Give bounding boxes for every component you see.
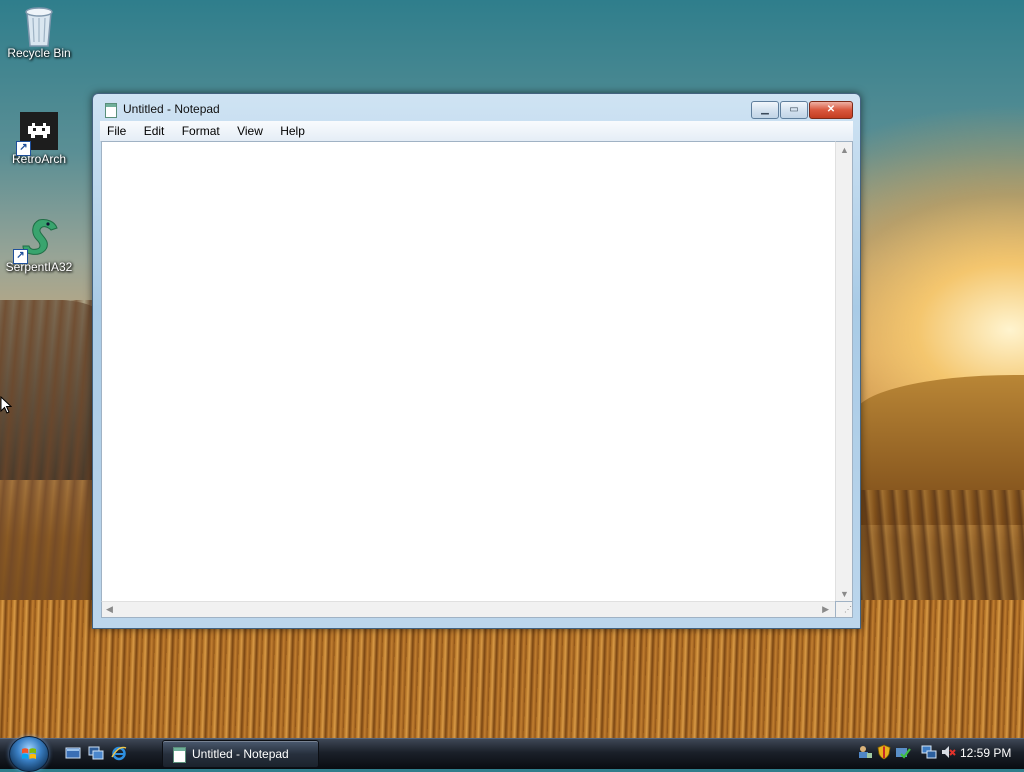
title-bar[interactable]: Untitled - Notepad ▁ ▭ ✕ xyxy=(93,94,860,122)
notepad-icon xyxy=(173,747,186,763)
mouse-cursor-icon xyxy=(0,396,12,414)
serpent-icon: ↗ xyxy=(13,216,61,264)
text-editor-area[interactable] xyxy=(101,141,835,603)
maximize-button[interactable]: ▭ xyxy=(780,101,808,119)
notepad-window: Untitled - Notepad ▁ ▭ ✕ File Edit Forma… xyxy=(92,93,861,629)
menu-help[interactable]: Help xyxy=(273,121,312,141)
menu-file[interactable]: File xyxy=(100,121,133,141)
minimize-icon: ▁ xyxy=(761,104,769,115)
menu-edit[interactable]: Edit xyxy=(137,121,172,141)
network-status-icon[interactable] xyxy=(921,744,937,760)
windows-logo-icon xyxy=(22,748,36,759)
vertical-scrollbar[interactable]: ▲ ▼ xyxy=(835,141,853,603)
show-desktop-icon[interactable] xyxy=(65,745,81,761)
recycle-bin-icon xyxy=(19,4,59,47)
scroll-right-icon[interactable]: ▶ xyxy=(822,604,829,615)
maximize-icon: ▭ xyxy=(789,104,799,115)
retroarch-icon: ↗ xyxy=(16,112,58,156)
wallpaper-grass-left xyxy=(0,300,100,640)
minimize-button[interactable]: ▁ xyxy=(751,101,779,119)
desktop-icon-retroarch[interactable]: ↗ RetroArch xyxy=(1,112,77,166)
scroll-down-icon[interactable]: ▼ xyxy=(840,589,849,599)
security-shield-icon[interactable] xyxy=(876,744,892,760)
taskbar-button-label: Untitled - Notepad xyxy=(192,747,289,761)
taskbar-button-notepad[interactable]: Untitled - Notepad xyxy=(162,740,319,768)
window-title: Untitled - Notepad xyxy=(123,102,220,116)
horizontal-scrollbar[interactable]: ◀ ▶ xyxy=(101,601,836,618)
shortcut-arrow-icon: ↗ xyxy=(13,249,28,264)
shortcut-arrow-icon: ↗ xyxy=(16,141,31,156)
switch-windows-icon[interactable] xyxy=(88,745,104,761)
menu-bar: File Edit Format View Help xyxy=(100,121,853,142)
close-button[interactable]: ✕ xyxy=(809,101,853,119)
desktop-icon-recycle-bin[interactable]: Recycle Bin xyxy=(1,4,77,60)
notepad-icon xyxy=(105,103,117,118)
volume-muted-icon[interactable] xyxy=(940,744,956,760)
resize-grip-icon[interactable]: ⋰ xyxy=(835,601,853,618)
update-check-icon[interactable] xyxy=(895,744,911,760)
close-icon: ✕ xyxy=(826,104,836,115)
menu-view[interactable]: View xyxy=(230,121,270,141)
scroll-left-icon[interactable]: ◀ xyxy=(106,604,113,615)
desktop-icon-label: Recycle Bin xyxy=(7,46,71,60)
start-button[interactable] xyxy=(9,736,49,772)
menu-format[interactable]: Format xyxy=(175,121,227,141)
system-clock[interactable]: 12:59 PM xyxy=(960,746,1011,760)
desktop-icon-serpentia32[interactable]: ↗ SerpentIA32 xyxy=(1,216,77,274)
internet-explorer-icon[interactable] xyxy=(111,745,127,761)
desktop-icon-label: RetroArch xyxy=(11,152,67,166)
scroll-up-icon[interactable]: ▲ xyxy=(840,145,849,155)
network-users-icon[interactable] xyxy=(857,744,873,760)
